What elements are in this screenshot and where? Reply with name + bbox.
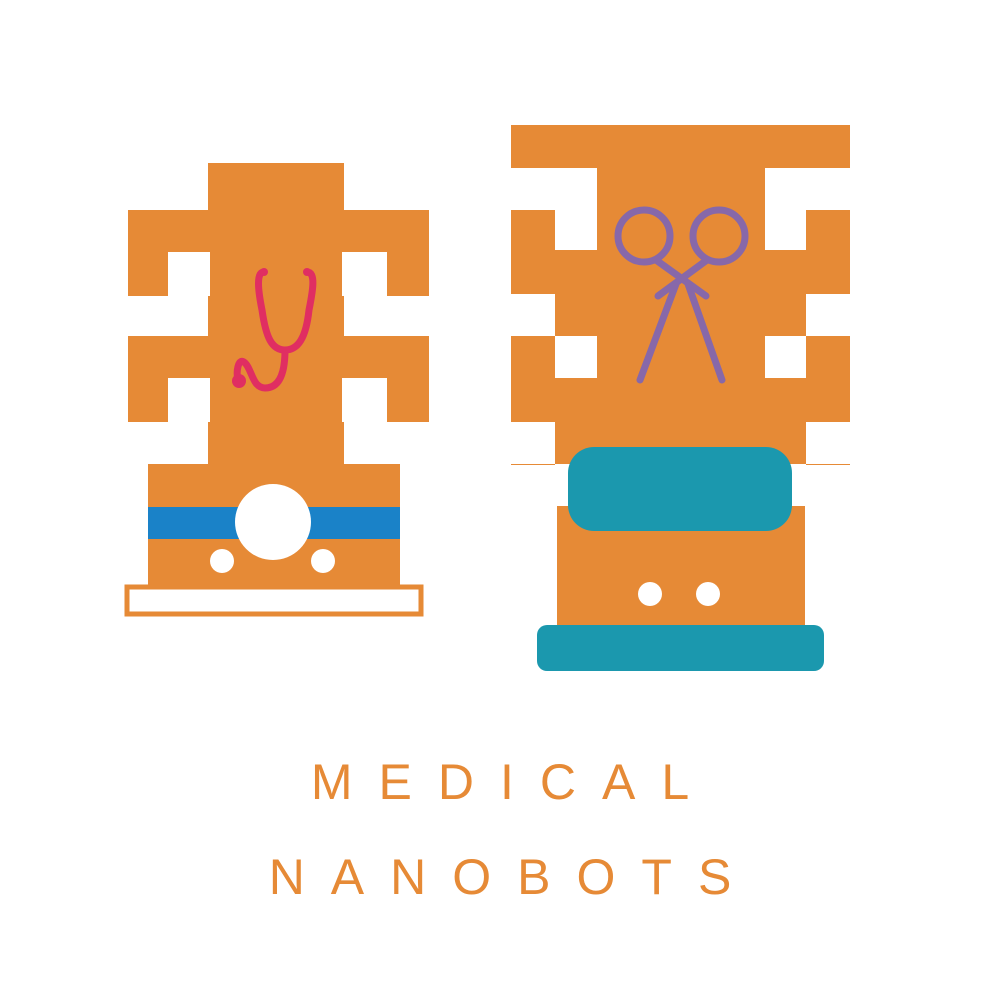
stethoscope-chestpiece-icon	[232, 374, 246, 388]
right-nanobot-dot-left	[638, 582, 662, 606]
right-nanobot-base	[537, 625, 824, 671]
right-nanobot-dot-right	[696, 582, 720, 606]
right-nanobot	[511, 125, 850, 671]
title-line-2: NANOBOTS	[268, 849, 758, 905]
left-nanobot	[124, 163, 429, 617]
right-nanobot-cap	[568, 447, 792, 531]
left-nanobot-eye	[235, 484, 311, 560]
left-nanobot-dot-left	[210, 549, 234, 573]
left-nanobot-dot-right	[311, 549, 335, 573]
title-line-1: MEDICAL	[310, 754, 716, 810]
left-nanobot-platform	[124, 584, 424, 617]
